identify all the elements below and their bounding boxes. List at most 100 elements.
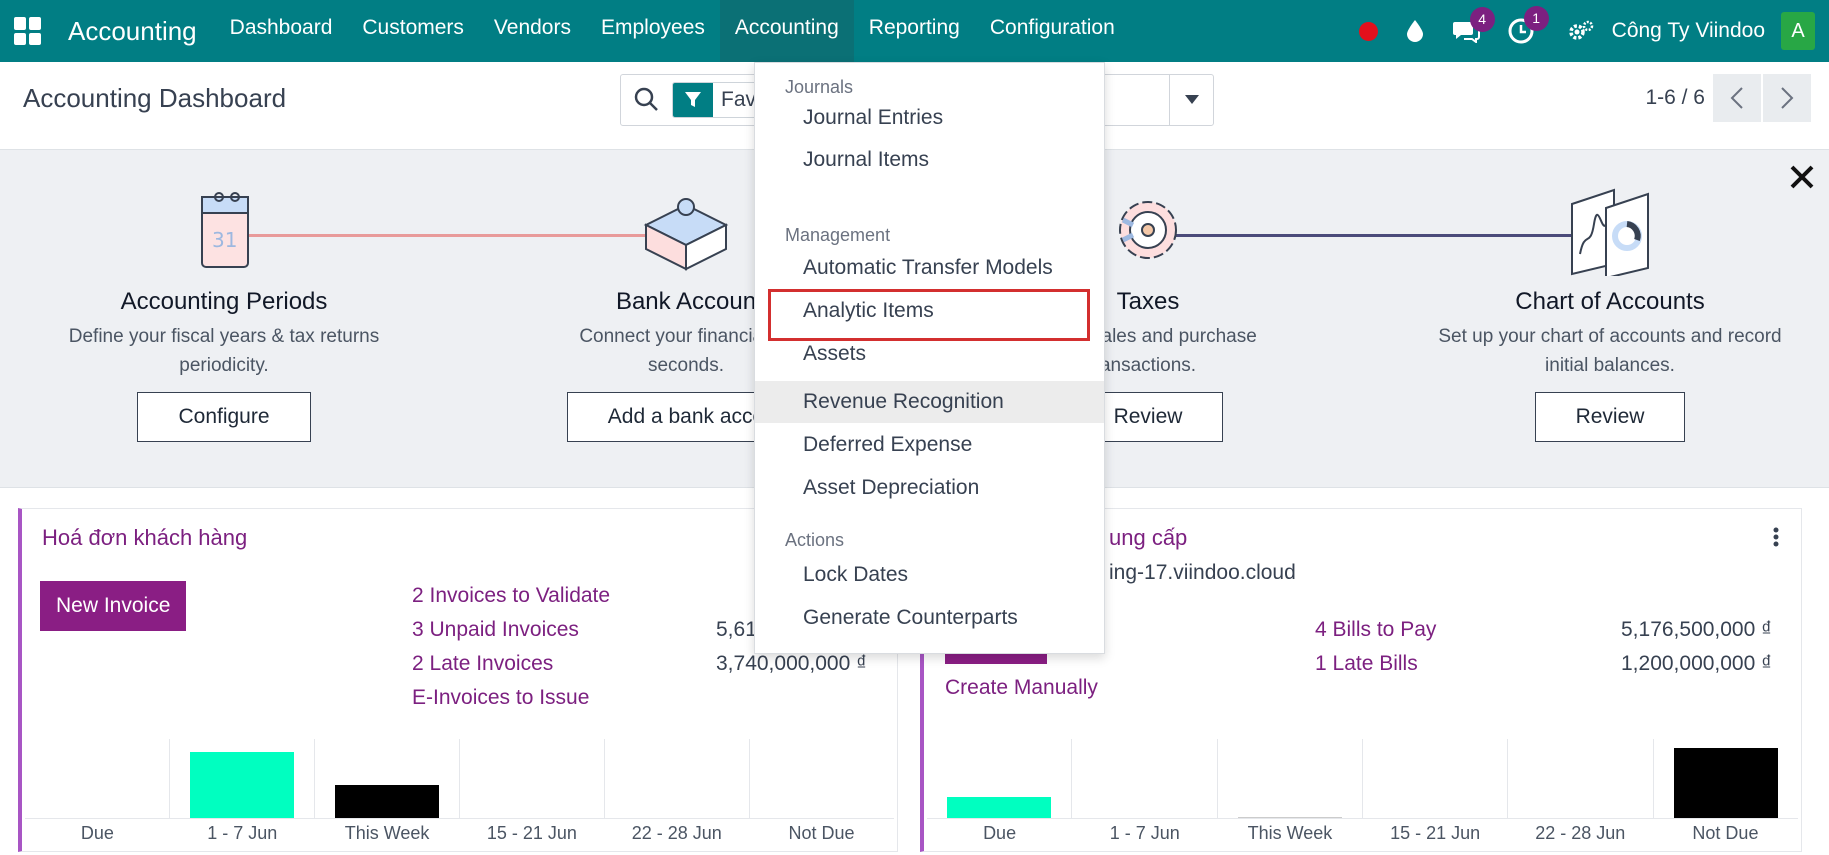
new-invoice-button[interactable]: New Invoice	[40, 581, 187, 631]
messages-badge: 4	[1469, 7, 1495, 32]
menu-deferred-expense[interactable]: Deferred Expense	[755, 424, 1104, 466]
graph-column	[25, 739, 170, 818]
graph-label: 15 - 21 Jun	[1390, 823, 1481, 843]
menu-lock-dates[interactable]: Lock Dates	[755, 554, 1104, 596]
menu-automatic-transfer-models[interactable]: Automatic Transfer Models	[755, 247, 1104, 289]
page-title: Accounting Dashboard	[23, 83, 287, 113]
graph-bar[interactable]	[1237, 817, 1342, 818]
graph-column	[1508, 739, 1654, 818]
graph-column	[1218, 739, 1363, 818]
graph-label: This Week	[1247, 823, 1333, 843]
onboarding-step-chart: Chart of Accounts Set up your chart of a…	[1390, 180, 1829, 442]
e-invoices-link[interactable]: E-Invoices to Issue	[412, 686, 589, 710]
graph-bar[interactable]	[1673, 748, 1778, 818]
graph-column	[315, 739, 460, 818]
search-facet[interactable]: Fav	[672, 82, 766, 118]
menu-vendors[interactable]: Vendors	[479, 0, 586, 62]
kebab-menu-icon[interactable]	[1773, 527, 1779, 552]
accounting-dropdown-menu: Journals Journal Entries Journal Items M…	[754, 62, 1105, 654]
graph-label: 22 - 28 Jun	[1535, 823, 1626, 843]
journal-title[interactable]: ung cấp	[1109, 525, 1187, 551]
onboarding-desc: Set up your chart of accounts and record…	[1438, 326, 1782, 376]
menu-customers[interactable]: Customers	[347, 0, 479, 62]
section-header-management: Management	[785, 225, 891, 245]
graph-column	[1654, 739, 1798, 818]
unpaid-amount: 5,61	[716, 618, 757, 641]
clock-icon[interactable]: 1	[1508, 6, 1549, 44]
journal-title[interactable]: Hoá đơn khách hàng	[42, 525, 247, 551]
graph-label: Not Due	[788, 823, 855, 843]
sales-graph-labels: Due 1 - 7 Jun This Week 15 - 21 Jun 22 - 28 …	[25, 823, 894, 844]
section-header-journals: Journals	[785, 77, 854, 97]
graph-bar[interactable]	[335, 785, 439, 818]
graph-label: 15 - 21 Jun	[486, 823, 577, 843]
onboarding-title: Accounting Periods	[120, 288, 328, 315]
svg-text:31: 31	[212, 228, 237, 252]
graph-column	[170, 739, 315, 818]
menu-employees[interactable]: Employees	[586, 0, 720, 62]
graph-bar[interactable]	[190, 752, 294, 818]
search-options-toggle[interactable]	[1169, 75, 1213, 125]
apps-menu-icon[interactable]	[14, 17, 42, 45]
settings-gears-icon[interactable]	[1568, 19, 1594, 43]
company-switcher[interactable]: Công Ty Viindoo	[1612, 19, 1765, 43]
purchase-bar-graph	[927, 739, 1798, 819]
bills-to-pay-link[interactable]: 4 Bills to Pay	[1315, 618, 1436, 642]
pager-next-button[interactable]	[1763, 74, 1811, 122]
purchase-graph-labels: Due 1 - 7 Jun This Week 15 - 21 Jun 22 - 28 …	[927, 823, 1798, 844]
section-header-actions: Actions	[785, 530, 845, 550]
graph-column	[927, 739, 1073, 818]
activities-badge: 1	[1523, 6, 1549, 31]
graph-label: Due	[80, 823, 114, 843]
graph-label: 1 - 7 Jun	[1109, 823, 1180, 843]
record-icon[interactable]	[1358, 21, 1378, 41]
graph-label: Not Due	[1692, 823, 1759, 843]
late-amount: 3,740,000,000 ₫	[716, 652, 867, 675]
graph-column	[1363, 739, 1509, 818]
late-bills-link[interactable]: 1 Late Bills	[1315, 652, 1418, 676]
late-invoices-link[interactable]: 2 Late Invoices	[412, 652, 553, 676]
unpaid-invoices-link[interactable]: 3 Unpaid Invoices	[412, 618, 579, 642]
graph-column	[750, 739, 894, 818]
pager-previous-button[interactable]	[1713, 74, 1761, 122]
menu-configuration[interactable]: Configuration	[975, 0, 1130, 62]
graph-column	[1072, 739, 1218, 818]
menu-journal-items[interactable]: Journal Items	[755, 139, 1104, 181]
late-bills-amount: 1,200,000,000 ₫	[1621, 652, 1772, 675]
menu-journal-entries[interactable]: Journal Entries	[755, 97, 1104, 139]
menu-asset-depreciation[interactable]: Asset Depreciation	[755, 467, 1104, 509]
top-navbar: Accounting Dashboard Customers Vendors E…	[0, 0, 1829, 62]
create-manually-link[interactable]: Create Manually	[945, 676, 1098, 700]
highlight-annotation	[768, 289, 1090, 341]
graph-label: 22 - 28 Jun	[631, 823, 722, 843]
user-avatar[interactable]: A	[1781, 12, 1815, 50]
onboarding-step-periods: 31 Accounting Periods Define your fiscal…	[4, 180, 444, 442]
bills-amount: 5,176,500,000 ₫	[1621, 618, 1772, 641]
configure-button[interactable]: Configure	[137, 392, 311, 442]
graph-bar[interactable]	[947, 797, 1052, 818]
review-chart-button[interactable]: Review	[1534, 392, 1686, 442]
filter-icon	[673, 83, 713, 117]
menu-dashboard[interactable]: Dashboard	[215, 0, 348, 62]
menu-generate-counterparts[interactable]: Generate Counterparts	[755, 597, 1104, 639]
pager-value[interactable]: 1-6 / 6	[1645, 86, 1705, 110]
search-icon[interactable]	[633, 86, 659, 117]
graph-label: Due	[983, 823, 1017, 843]
graph-label: This Week	[344, 823, 430, 843]
onboarding-title: Chart of Accounts	[1515, 288, 1705, 315]
journal-email-alias: ing-17.viindoo.cloud	[1109, 561, 1296, 584]
upload-button-edge[interactable]	[945, 654, 1047, 664]
chat-icon[interactable]: 4	[1452, 7, 1495, 43]
menu-accounting[interactable]: Accounting	[719, 0, 854, 62]
invoices-to-validate-link[interactable]: 2 Invoices to Validate	[412, 584, 610, 608]
onboarding-desc: Define your fiscal years & tax returns pe…	[68, 326, 380, 376]
drop-icon[interactable]	[1406, 19, 1424, 43]
graph-column	[605, 739, 750, 818]
sales-bar-graph	[25, 739, 894, 819]
app-brand[interactable]: Accounting	[68, 16, 197, 47]
menu-revenue-recognition[interactable]: Revenue Recognition	[755, 381, 1104, 423]
graph-column	[460, 739, 605, 818]
calendar-icon: 31	[4, 180, 444, 280]
graph-label: 1 - 7 Jun	[207, 823, 278, 843]
menu-reporting[interactable]: Reporting	[854, 0, 975, 62]
